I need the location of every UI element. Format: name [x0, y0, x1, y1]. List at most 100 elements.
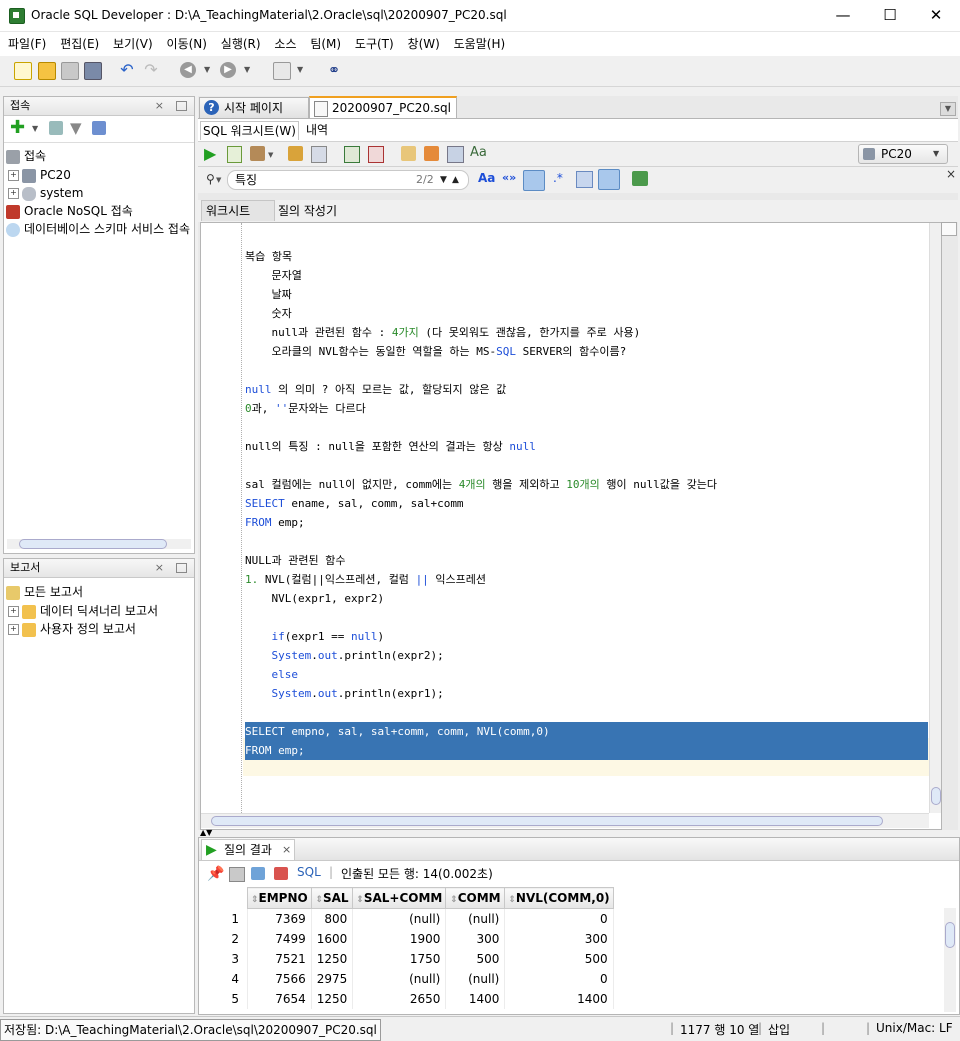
- close-icon[interactable]: ×: [155, 559, 164, 577]
- tab-start-page[interactable]: ? 시작 페이지: [199, 97, 309, 118]
- back-icon[interactable]: ◀: [180, 62, 196, 78]
- expand-icon[interactable]: +: [8, 624, 19, 635]
- table-cell[interactable]: 300: [504, 929, 614, 949]
- table-cell[interactable]: 300: [445, 929, 506, 949]
- code-line[interactable]: 날짜: [245, 285, 291, 304]
- scrollbar-thumb[interactable]: [945, 922, 955, 948]
- close-icon[interactable]: ×: [946, 167, 956, 181]
- menu-run[interactable]: 실행(R): [216, 32, 266, 56]
- tab-list-icon[interactable]: ▼: [940, 102, 956, 116]
- tab-worksheet[interactable]: 워크시트: [201, 200, 275, 221]
- table-cell[interactable]: 1900: [352, 929, 447, 949]
- chevron-down-icon[interactable]: ▼: [297, 62, 305, 78]
- code-line[interactable]: sal 컬럼에는 null이 없지만, comm에는 4개의 행을 제외하고 1…: [245, 475, 717, 494]
- scrollbar-thumb[interactable]: [931, 787, 941, 805]
- explain-plan-icon[interactable]: [288, 146, 303, 161]
- pin-icon[interactable]: 📌: [207, 866, 224, 882]
- code-line[interactable]: System.out.println(expr2);: [245, 646, 444, 665]
- table-cell[interactable]: 7521: [247, 949, 312, 969]
- tree-node-nosql[interactable]: Oracle NoSQL 접속: [6, 202, 133, 220]
- chevron-down-icon[interactable]: ▼: [32, 124, 38, 133]
- run-script-icon[interactable]: [227, 146, 242, 163]
- expand-icon[interactable]: +: [8, 606, 19, 617]
- redo-icon[interactable]: ↷: [143, 62, 159, 78]
- code-line[interactable]: NVL(expr1, expr2): [245, 589, 384, 608]
- code-line[interactable]: 문자열: [245, 266, 301, 285]
- chevron-down-icon[interactable]: ▼: [244, 62, 252, 78]
- column-header-comm[interactable]: ⇕COMM: [445, 887, 506, 909]
- menu-edit[interactable]: 편집(E): [55, 32, 104, 56]
- table-cell[interactable]: 0: [504, 969, 614, 989]
- code-line[interactable]: SELECT ename, sal, comm, sal+comm: [245, 494, 464, 513]
- menu-view[interactable]: 보기(V): [108, 32, 158, 56]
- refresh-icon[interactable]: [49, 121, 63, 135]
- code-line[interactable]: NULL과 관련된 함수: [245, 551, 345, 570]
- minimize-panel-icon[interactable]: [176, 563, 187, 573]
- results-grid[interactable]: ⇕EMPNO ⇕SAL ⇕SAL+COMM ⇕COMM ⇕NVL(COMM,0)…: [199, 887, 944, 1014]
- code-line[interactable]: 0과, ''문자와는 다르다: [245, 399, 366, 418]
- collapse-results-icon[interactable]: ▲▼: [200, 829, 226, 837]
- maximize-button[interactable]: ☐: [867, 0, 913, 31]
- undo-icon[interactable]: ↶: [119, 62, 135, 78]
- table-cell[interactable]: (null): [445, 908, 506, 929]
- code-line[interactable]: 복습 항목: [245, 247, 292, 266]
- tree-node-schema-service[interactable]: 데이터베이스 스키마 서비스 접속: [6, 220, 192, 238]
- table-cell[interactable]: (null): [352, 969, 447, 989]
- horizontal-scrollbar[interactable]: [201, 813, 929, 828]
- tree-node-all-reports[interactable]: 모든 보고서: [6, 583, 83, 601]
- table-cell[interactable]: 1250: [311, 989, 354, 1009]
- expand-icon[interactable]: +: [8, 170, 19, 181]
- run-statement-icon[interactable]: ▶: [204, 144, 216, 163]
- tree-node-pc20[interactable]: + PC20: [8, 166, 71, 184]
- code-line[interactable]: FROM emp;: [245, 513, 305, 532]
- column-header-sal-plus-comm[interactable]: ⇕SAL+COMM: [352, 887, 447, 909]
- table-cell[interactable]: 7566: [247, 969, 312, 989]
- column-header-sal[interactable]: ⇕SAL: [310, 887, 354, 909]
- refresh-icon[interactable]: [251, 867, 265, 880]
- code-line[interactable]: null의 특징 : null을 포함한 연산의 결과는 항상 null: [245, 437, 536, 456]
- code-line[interactable]: 숫자: [245, 304, 291, 323]
- eraser-icon[interactable]: [424, 146, 439, 161]
- table-cell[interactable]: 0: [504, 908, 614, 929]
- binoculars-icon[interactable]: ⚭: [326, 62, 342, 78]
- format-case-icon[interactable]: Aa: [470, 145, 487, 160]
- autotrace-icon[interactable]: [250, 146, 265, 161]
- vertical-scrollbar[interactable]: [944, 908, 956, 1012]
- new-file-icon[interactable]: [14, 62, 32, 80]
- whole-word-icon[interactable]: «»: [502, 171, 516, 184]
- code-line[interactable]: null과 관련된 함수 : 4가지 (다 못외워도 괜찮음, 한가지를 주로 …: [245, 323, 640, 342]
- code-line[interactable]: null 의 의미 ? 아직 모르는 값, 할당되지 않은 값: [245, 380, 506, 399]
- highlight-icon[interactable]: .*: [553, 171, 563, 185]
- table-cell[interactable]: (null): [352, 908, 447, 929]
- save-icon[interactable]: [61, 62, 79, 80]
- filter-icon[interactable]: ▼: [70, 119, 82, 137]
- tab-query-result[interactable]: ▶ 질의 결과 ×: [201, 839, 295, 860]
- rollback-icon[interactable]: [368, 146, 384, 163]
- wrap-icon[interactable]: [598, 169, 620, 190]
- regex-icon[interactable]: [523, 170, 545, 191]
- selection-only-icon[interactable]: [576, 171, 593, 188]
- close-window-button[interactable]: ✕: [913, 0, 959, 31]
- sql-tuning-icon[interactable]: [401, 146, 416, 161]
- tree-node-user-defined-reports[interactable]: + 사용자 정의 보고서: [8, 620, 136, 638]
- tab-sql-file[interactable]: 20200907_PC20.sql: [309, 96, 457, 120]
- code-line-selected[interactable]: FROM emp;: [245, 741, 928, 760]
- table-cell[interactable]: (null): [445, 969, 506, 989]
- chevron-down-icon[interactable]: ▼: [204, 62, 212, 78]
- split-editor-icon[interactable]: [941, 222, 957, 236]
- chevron-down-icon[interactable]: ▼: [216, 176, 221, 184]
- open-folder-icon[interactable]: [38, 62, 56, 80]
- menu-navigate[interactable]: 이동(N): [162, 32, 212, 56]
- table-row[interactable]: 2 7499 1600 1900 300 300: [199, 929, 614, 949]
- tree-node-system[interactable]: + system: [8, 184, 83, 202]
- code-line[interactable]: if(expr1 == null): [245, 627, 385, 646]
- code-line[interactable]: 1. NVL(컬럼||익스프레션, 컬럼 || 익스프레션: [245, 570, 486, 589]
- tab-sql-worksheet[interactable]: SQL 워크시트(W): [200, 121, 299, 140]
- menu-team[interactable]: 팀(M): [305, 32, 346, 56]
- tree-node-connections[interactable]: 접속: [6, 147, 46, 165]
- table-cell[interactable]: 1250: [311, 949, 354, 969]
- menu-source[interactable]: 소스: [269, 32, 301, 56]
- column-header-nvl-comm[interactable]: ⇕NVL(COMM,0): [504, 887, 614, 909]
- tree-node-data-dictionary-reports[interactable]: + 데이터 딕셔너리 보고서: [8, 602, 158, 620]
- table-row[interactable]: 1 7369 800 (null) (null) 0: [199, 908, 614, 929]
